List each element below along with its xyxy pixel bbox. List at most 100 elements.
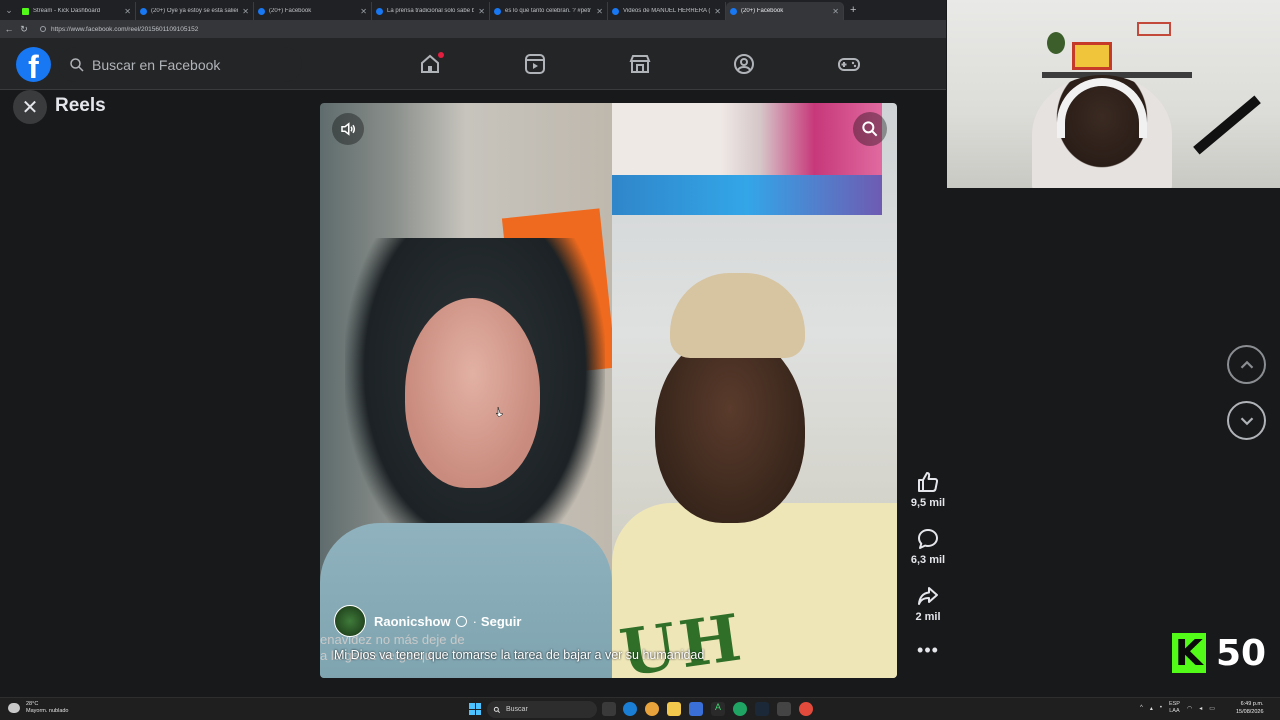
groups-icon[interactable] bbox=[732, 52, 756, 76]
close-tab-icon[interactable]: ✕ bbox=[832, 7, 839, 16]
man-face bbox=[655, 333, 805, 523]
address-bar: ← ↻ https://www.facebook.com/reel/201560… bbox=[0, 20, 946, 38]
task-view-icon[interactable] bbox=[602, 702, 616, 716]
search-input[interactable] bbox=[92, 56, 292, 73]
logo-letter: f bbox=[28, 49, 39, 82]
previous-reel-button[interactable] bbox=[1227, 345, 1266, 384]
close-tab-icon[interactable]: ✕ bbox=[478, 7, 485, 16]
tab-search-icon[interactable]: ⌄ bbox=[0, 0, 18, 20]
network-icon[interactable]: ▴ bbox=[1150, 705, 1153, 712]
kick-viewer-badge: K 50 bbox=[1172, 631, 1270, 675]
next-reel-button[interactable] bbox=[1227, 401, 1266, 440]
page-title: Reels bbox=[55, 95, 106, 116]
weather-condition: Mayorm. nublado bbox=[26, 708, 69, 714]
close-reels-button[interactable]: ✕ bbox=[13, 90, 47, 124]
more-options-button[interactable]: ••• bbox=[913, 640, 943, 661]
language-code: ESP bbox=[1168, 701, 1180, 707]
xbox-icon[interactable] bbox=[733, 702, 747, 716]
url-field[interactable]: https://www.facebook.com/reel/2015601109… bbox=[40, 22, 198, 36]
facebook-icon bbox=[140, 7, 147, 15]
comment-icon bbox=[918, 529, 938, 549]
follow-button[interactable]: Seguir bbox=[481, 614, 521, 629]
start-button[interactable] bbox=[469, 703, 481, 715]
search-icon bbox=[70, 57, 84, 72]
reel-video[interactable]: UH bbox=[320, 103, 897, 678]
avatar[interactable] bbox=[334, 605, 366, 637]
facebook-icon bbox=[612, 7, 619, 15]
facebook-logo[interactable]: f bbox=[16, 47, 51, 82]
facebook-header: f bbox=[0, 38, 946, 90]
app-icon[interactable] bbox=[777, 702, 791, 716]
mic-arm bbox=[1193, 95, 1261, 155]
browser-tab[interactable]: Stream - Kick Dashboard ✕ bbox=[18, 2, 136, 20]
taskbar-search-label: Buscar bbox=[506, 706, 528, 713]
facebook-search[interactable] bbox=[58, 47, 302, 82]
separator-dot: · bbox=[472, 613, 477, 629]
video-icon[interactable] bbox=[523, 52, 547, 76]
close-tab-icon[interactable]: ✕ bbox=[714, 7, 721, 16]
webcam-plant bbox=[1047, 32, 1065, 54]
chevron-up-icon[interactable]: ^ bbox=[1140, 705, 1143, 711]
wall-fan bbox=[612, 175, 882, 215]
browser-tab[interactable]: (20+) Facebook ✕ bbox=[254, 2, 372, 20]
keyboard-layout: LAA bbox=[1169, 708, 1180, 714]
tab-title: Stream - Kick Dashboard bbox=[33, 8, 101, 14]
share-button[interactable]: 2 mil bbox=[908, 584, 948, 623]
volume-icon[interactable]: ◂ bbox=[1199, 705, 1202, 712]
facebook-icon bbox=[494, 7, 501, 15]
reload-icon[interactable]: ↻ bbox=[18, 24, 30, 35]
like-count: 9,5 mil bbox=[910, 497, 946, 509]
webcam-sign bbox=[1137, 22, 1171, 36]
video-search-button[interactable] bbox=[853, 112, 887, 146]
new-tab-button[interactable]: + bbox=[850, 4, 856, 16]
store-icon[interactable] bbox=[689, 702, 703, 716]
comment-button[interactable]: 6,3 mil bbox=[908, 527, 948, 566]
battery-icon[interactable]: ▭ bbox=[1209, 705, 1215, 712]
browser-tab[interactable]: (20+) Oye ya estoy se está saliend ✕ bbox=[136, 2, 254, 20]
edge-icon[interactable] bbox=[623, 702, 637, 716]
mouse-cursor bbox=[496, 407, 504, 417]
share-count: 2 mil bbox=[915, 611, 941, 623]
wifi-icon[interactable]: ◠ bbox=[1187, 705, 1192, 712]
weather-widget[interactable]: 28°C Mayorm. nublado bbox=[8, 701, 69, 715]
back-icon[interactable]: ← bbox=[3, 24, 15, 34]
browser-tab[interactable]: Videos de MANUEL HERRERA (@r ✕ bbox=[608, 2, 726, 20]
language-indicator[interactable]: ESP LAA bbox=[1169, 701, 1180, 715]
chevron-up-icon bbox=[1240, 360, 1253, 369]
facebook-icon bbox=[258, 7, 265, 15]
reel-caption: Mi Dios va tener que tomarse la tarea de… bbox=[334, 648, 705, 662]
steam-icon[interactable] bbox=[755, 702, 769, 716]
webcam-radio bbox=[1072, 42, 1112, 70]
close-tab-icon[interactable]: ✕ bbox=[596, 7, 603, 16]
taskbar-search[interactable]: Buscar bbox=[487, 701, 597, 718]
browser-tab[interactable]: La prensa tradicional solo sabe b ✕ bbox=[372, 2, 490, 20]
close-tab-icon[interactable]: ✕ bbox=[124, 7, 131, 16]
browser-tab[interactable]: es lo que tanto celebran. ? #petr ✕ bbox=[490, 2, 608, 20]
chrome-icon[interactable] bbox=[799, 702, 813, 716]
close-tab-icon[interactable]: ✕ bbox=[242, 7, 249, 16]
windows-taskbar: 28°C Mayorm. nublado Buscar A ^ ▴ • ESP … bbox=[0, 697, 1280, 720]
like-button[interactable]: 9,5 mil bbox=[908, 470, 948, 509]
tab-title: (20+) Oye ya estoy se está saliend bbox=[151, 8, 239, 14]
system-clock[interactable]: 6:49 p.m. 15/08/2026 bbox=[1236, 700, 1264, 716]
browser-tab-active[interactable]: (20+) Facebook ✕ bbox=[726, 2, 844, 20]
author-name[interactable]: Raonicshow bbox=[374, 614, 451, 629]
kick-icon bbox=[22, 7, 29, 15]
share-icon bbox=[918, 587, 938, 605]
mic-icon[interactable]: • bbox=[1160, 705, 1162, 711]
close-tab-icon[interactable]: ✕ bbox=[360, 7, 367, 16]
webcam-overlay bbox=[947, 0, 1280, 188]
search-icon bbox=[493, 706, 501, 713]
gaming-icon[interactable] bbox=[837, 52, 861, 76]
app-a-icon[interactable]: A bbox=[711, 702, 725, 716]
marketplace-icon[interactable] bbox=[628, 52, 652, 76]
file-explorer-icon[interactable] bbox=[667, 702, 681, 716]
date: 15/08/2026 bbox=[1236, 709, 1264, 715]
speaker-icon bbox=[341, 122, 356, 136]
mute-button[interactable] bbox=[332, 113, 364, 145]
viewer-count: 50 bbox=[1216, 632, 1267, 674]
thumbs-up-icon bbox=[918, 472, 939, 492]
site-info-icon[interactable] bbox=[40, 26, 46, 32]
copilot-icon[interactable] bbox=[645, 702, 659, 716]
facebook-icon bbox=[730, 7, 737, 15]
